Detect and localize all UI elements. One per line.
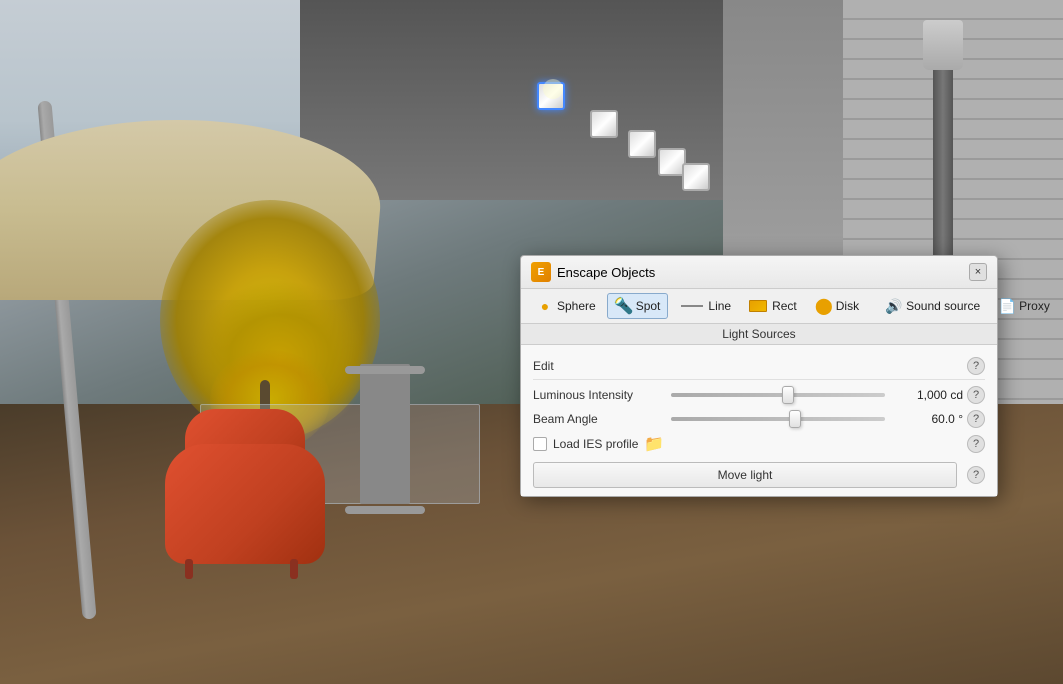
dialog-titlebar[interactable]: E Enscape Objects × xyxy=(521,256,997,289)
spot-label: Spot xyxy=(636,299,661,313)
beam-angle-slider-thumb[interactable] xyxy=(789,410,801,428)
edit-help-button[interactable]: ? xyxy=(967,357,985,375)
disk-icon: ⬤ xyxy=(815,297,833,315)
chair-leg-left xyxy=(185,559,193,579)
ies-help-button[interactable]: ? xyxy=(967,435,985,453)
line-icon xyxy=(681,305,703,307)
move-light-help-button[interactable]: ? xyxy=(967,466,985,484)
dialog-content: Edit ? Luminous Intensity 1,000 cd ? Bea… xyxy=(521,345,997,496)
spot-icon: 🔦 xyxy=(615,297,633,315)
luminous-intensity-label: Luminous Intensity xyxy=(533,388,663,402)
proxy-icon: 📄 xyxy=(998,297,1016,315)
ceiling-light-5[interactable] xyxy=(682,163,710,191)
luminous-intensity-slider-track[interactable] xyxy=(671,393,885,397)
sound-source-icon: 🔊 xyxy=(885,297,903,315)
disk-button[interactable]: ⬤ Disk xyxy=(808,294,866,318)
sound-source-label: Sound source xyxy=(906,299,980,313)
sphere-button[interactable]: ● Sphere xyxy=(529,294,603,318)
luminous-intensity-value: 1,000 cd xyxy=(893,388,963,402)
dialog-title-left: E Enscape Objects xyxy=(531,262,655,282)
luminous-intensity-help-button[interactable]: ? xyxy=(967,386,985,404)
disk-label: Disk xyxy=(836,299,859,313)
sphere-icon: ● xyxy=(536,297,554,315)
beam-angle-slider-track[interactable] xyxy=(671,417,885,421)
line-button[interactable]: Line xyxy=(672,296,738,316)
beam-angle-help-button[interactable]: ? xyxy=(967,410,985,428)
ceiling-light-2[interactable] xyxy=(590,110,618,138)
close-button[interactable]: × xyxy=(969,263,987,281)
chair-leg-right xyxy=(290,559,298,579)
folder-icon[interactable]: 📁 xyxy=(644,434,664,454)
edit-row: Edit ? xyxy=(533,353,985,380)
rect-label: Rect xyxy=(772,299,797,313)
move-light-row: Move light ? xyxy=(533,462,985,488)
side-table-pole xyxy=(360,364,410,504)
spot-button[interactable]: 🔦 Spot xyxy=(607,293,669,319)
rect-button[interactable]: Rect xyxy=(742,296,804,316)
side-table-base xyxy=(345,506,425,514)
ies-checkbox[interactable] xyxy=(533,437,547,451)
side-table-top xyxy=(345,366,425,374)
luminous-intensity-slider-thumb[interactable] xyxy=(782,386,794,404)
edit-label: Edit xyxy=(533,359,554,373)
sphere-label: Sphere xyxy=(557,299,596,313)
lamp-head xyxy=(923,20,963,70)
sound-source-button[interactable]: 🔊 Sound source xyxy=(878,294,987,318)
rect-icon xyxy=(749,300,767,312)
line-label: Line xyxy=(708,299,731,313)
beam-angle-row: Beam Angle 60.0 ° ? xyxy=(533,410,985,428)
chair-body xyxy=(165,444,325,564)
enscape-dialog: E Enscape Objects × ● Sphere 🔦 Spot Line… xyxy=(520,255,998,497)
dialog-title: Enscape Objects xyxy=(557,265,655,280)
light-glow xyxy=(543,79,563,99)
move-light-button[interactable]: Move light xyxy=(533,462,957,488)
toolbar: ● Sphere 🔦 Spot Line Rect ⬤ Disk 🔊 Sound… xyxy=(521,289,997,324)
section-heading: Light Sources xyxy=(521,324,997,345)
luminous-intensity-row: Luminous Intensity 1,000 cd ? xyxy=(533,386,985,404)
ies-label: Load IES profile xyxy=(553,437,638,451)
enscape-logo: E xyxy=(531,262,551,282)
proxy-button[interactable]: 📄 Proxy xyxy=(991,294,1057,318)
proxy-label: Proxy xyxy=(1019,299,1050,313)
ceiling-light-selected[interactable] xyxy=(537,82,565,110)
beam-angle-label: Beam Angle xyxy=(533,412,663,426)
ceiling-light-3[interactable] xyxy=(628,130,656,158)
ies-row: Load IES profile 📁 ? xyxy=(533,434,985,454)
beam-angle-value: 60.0 ° xyxy=(893,412,963,426)
